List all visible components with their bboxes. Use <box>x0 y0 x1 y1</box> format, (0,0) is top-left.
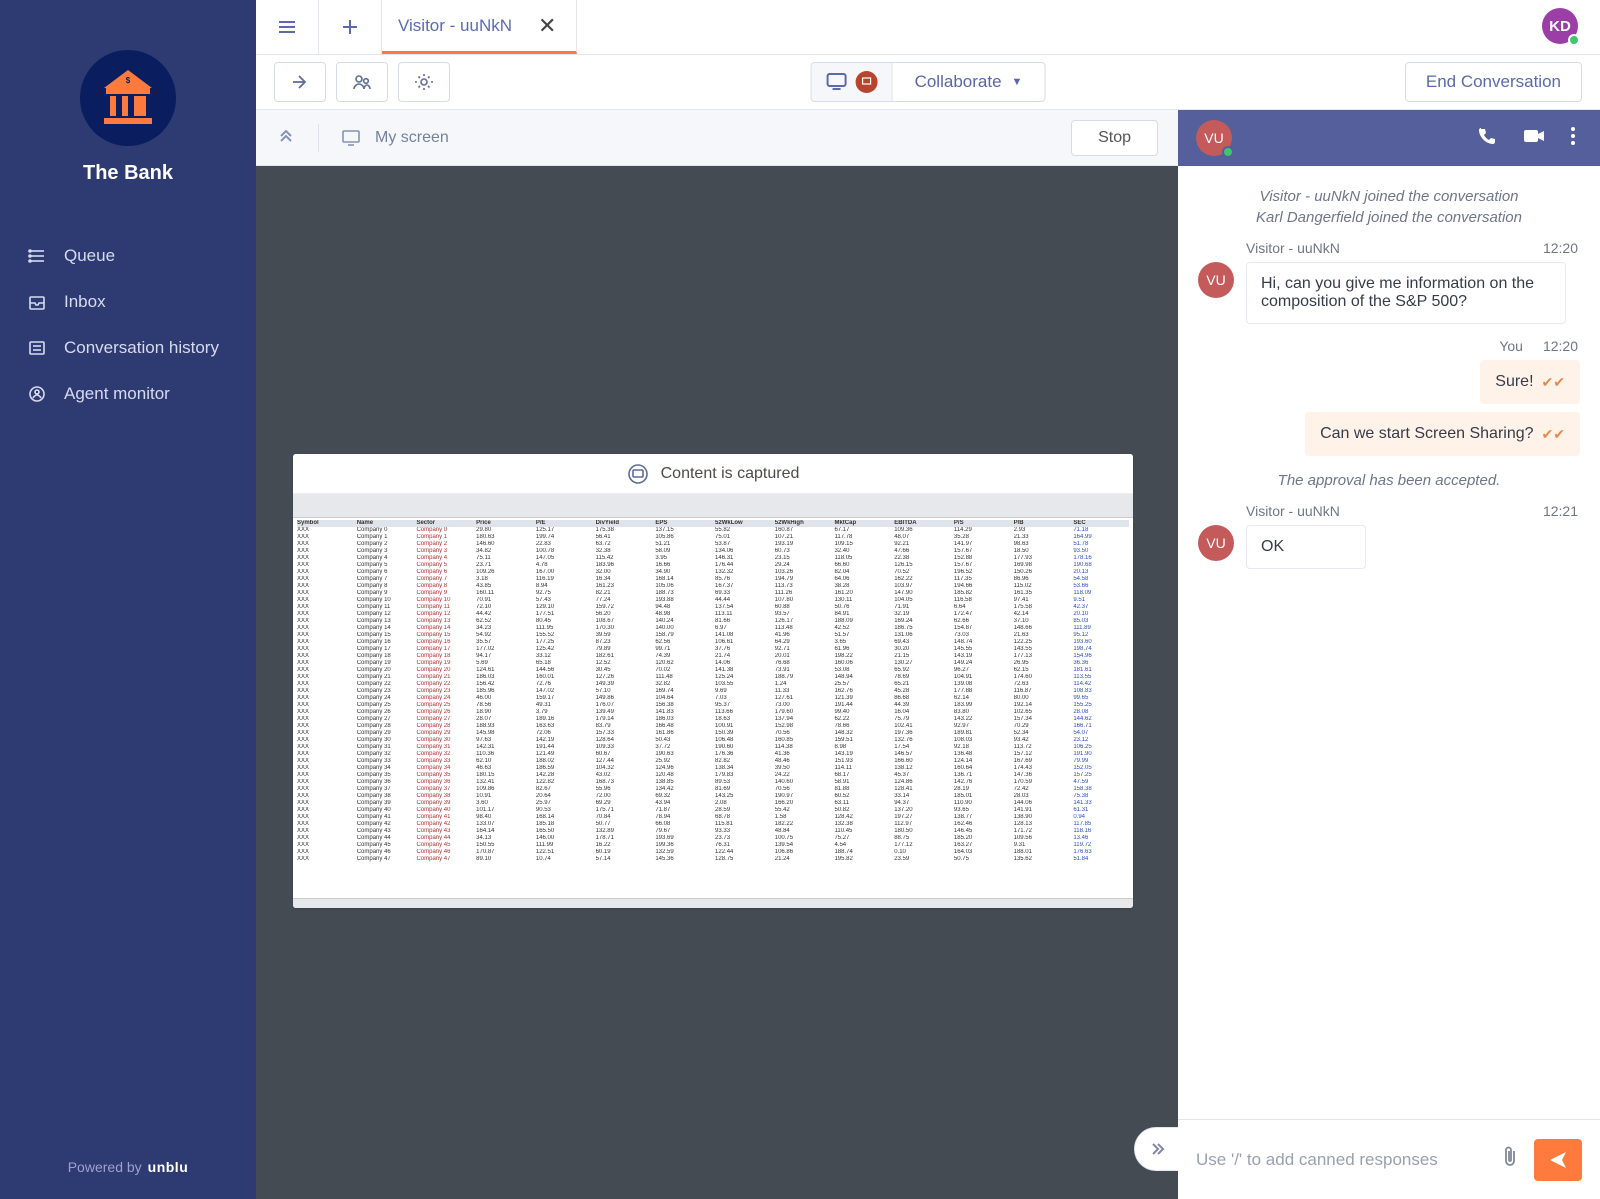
sender-name: You <box>1499 338 1523 354</box>
timestamp: 12:20 <box>1543 338 1578 354</box>
sidebar-item-label: Agent monitor <box>64 384 170 404</box>
screen-share-viewport: Content is captured SymbolNameSectorPric… <box>256 166 1178 1199</box>
more-button[interactable] <box>1564 119 1582 158</box>
monitor-icon <box>24 384 50 404</box>
sidebar-item-history[interactable]: Conversation history <box>0 325 256 371</box>
sender-name: Visitor - uuNkN <box>1246 503 1340 519</box>
exit-button[interactable] <box>274 62 326 102</box>
settings-button[interactable] <box>398 62 450 102</box>
visitor-message: Visitor - uuNkN 12:20 VU Hi, can you giv… <box>1198 240 1580 324</box>
sidebar-item-label: Conversation history <box>64 338 219 358</box>
brand-name: The Bank <box>83 162 173 185</box>
capture-header: Content is captured <box>293 454 1133 494</box>
brand-logo: $ <box>80 50 176 146</box>
visitor-avatar-small: VU <box>1198 525 1234 561</box>
close-icon[interactable]: ✕ <box>538 13 556 39</box>
timestamp: 12:20 <box>1543 240 1578 256</box>
participants-button[interactable] <box>336 62 388 102</box>
presence-dot <box>1568 34 1580 46</box>
sidebar-item-queue[interactable]: Queue <box>0 233 256 279</box>
message-input[interactable] <box>1196 1150 1486 1170</box>
collaborate-dropdown[interactable]: Collaborate ▼ <box>893 72 1045 92</box>
tab-label: Visitor - uuNkN <box>398 16 512 36</box>
sidebar-item-label: Queue <box>64 246 115 266</box>
call-button[interactable] <box>1470 119 1504 158</box>
tabs-bar: Visitor - uuNkN ✕ KD <box>256 0 1600 55</box>
chat-body: Visitor - uuNkN joined the conversation … <box>1178 166 1600 1119</box>
powered-brand: unblu <box>148 1159 189 1175</box>
expand-chat-button[interactable] <box>1134 1127 1178 1171</box>
share-label: My screen <box>375 129 449 147</box>
chevron-down-icon: ▼ <box>1012 76 1023 88</box>
collaborate-group: Collaborate ▼ <box>811 62 1046 102</box>
capture-icon <box>627 463 649 485</box>
presence-dot <box>1222 146 1234 158</box>
sender-name: Visitor - uuNkN <box>1246 240 1340 256</box>
monitor-icon <box>341 129 361 147</box>
stop-button[interactable]: Stop <box>1071 120 1158 156</box>
share-bar: My screen Stop <box>256 110 1178 166</box>
attach-button[interactable] <box>1500 1145 1520 1174</box>
chat-panel: VU Visitor - uuNkN joined the conversati… <box>1178 110 1600 1119</box>
read-receipt-icon: ✔✔ <box>1542 426 1565 443</box>
message-bubble: OK <box>1246 525 1366 569</box>
visitor-avatar-small: VU <box>1198 262 1234 298</box>
hamburger-button[interactable] <box>256 0 319 54</box>
timestamp: 12:21 <box>1543 503 1578 519</box>
visitor-message: Visitor - uuNkN 12:21 VU OK <box>1198 503 1580 569</box>
message-bubble: Hi, can you give me information on the c… <box>1246 262 1566 324</box>
chevrons-up-icon[interactable] <box>276 125 296 150</box>
queue-icon <box>24 246 50 266</box>
captured-spreadsheet: SymbolNameSectorPriceP/EDivYieldEPS52WkL… <box>293 494 1133 908</box>
sidebar-item-monitor[interactable]: Agent monitor <box>0 371 256 417</box>
collab-badge <box>856 71 878 93</box>
svg-text:$: $ <box>126 76 131 85</box>
system-message: The approval has been accepted. <box>1198 472 1580 489</box>
sidebar: $ The Bank Queue Inbox Conversation hist… <box>0 0 256 1199</box>
history-icon <box>24 338 50 358</box>
end-conversation-button[interactable]: End Conversation <box>1405 62 1582 102</box>
new-tab-button[interactable] <box>319 0 382 54</box>
send-button[interactable] <box>1534 1139 1582 1181</box>
nav-list: Queue Inbox Conversation history Agent m… <box>0 215 256 435</box>
captured-window: Content is captured SymbolNameSectorPric… <box>293 454 1133 908</box>
tab-visitor[interactable]: Visitor - uuNkN ✕ <box>382 0 577 54</box>
message-bubble: Can we start Screen Sharing?✔✔ <box>1305 412 1580 456</box>
read-receipt-icon: ✔✔ <box>1542 374 1565 391</box>
message-input-bar <box>1178 1119 1600 1199</box>
sidebar-item-label: Inbox <box>64 292 106 312</box>
visitor-avatar: VU <box>1196 120 1232 156</box>
system-message: Karl Dangerfield joined the conversation <box>1198 209 1580 226</box>
screen-share-icon <box>826 72 848 92</box>
agent-avatar[interactable]: KD <box>1542 8 1578 44</box>
inbox-icon <box>24 292 50 312</box>
chat-header: VU <box>1178 110 1600 166</box>
agent-message-group: You 12:20 Sure!✔✔ Can we start Screen Sh… <box>1198 338 1580 456</box>
toolbar: Collaborate ▼ End Conversation <box>256 55 1600 110</box>
message-bubble: Sure!✔✔ <box>1480 360 1580 404</box>
sidebar-item-inbox[interactable]: Inbox <box>0 279 256 325</box>
brand-area: $ The Bank <box>0 0 256 215</box>
video-button[interactable] <box>1516 120 1552 157</box>
system-message: Visitor - uuNkN joined the conversation <box>1198 188 1580 205</box>
powered-by: Powered by unblu <box>0 1159 256 1175</box>
collab-mode[interactable] <box>812 63 893 101</box>
